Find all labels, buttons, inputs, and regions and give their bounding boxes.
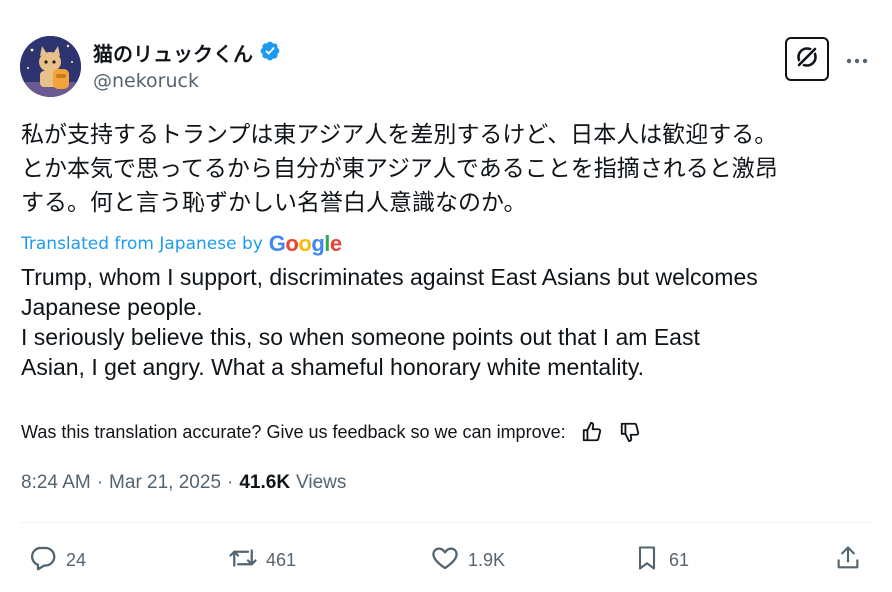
google-logo: Google [268, 231, 342, 256]
thumbs-up-icon[interactable] [580, 420, 604, 444]
author-handle[interactable]: @nekoruck [93, 70, 199, 92]
repost-count: 461 [266, 549, 297, 570]
meta-separator: · [96, 472, 104, 493]
heart-icon [430, 543, 460, 578]
verified-badge-icon [259, 40, 281, 66]
reply-count: 24 [66, 549, 87, 570]
repost-icon [228, 543, 258, 578]
bookmark-button[interactable]: 61 [633, 540, 689, 580]
post-meta: 8:24 AM · Mar 21, 2025 · 41.6K Views [21, 472, 346, 494]
more-options-button[interactable] [842, 46, 872, 70]
reply-button[interactable]: 24 [28, 540, 86, 580]
translated-from-label: Translated from Japanese by [21, 234, 263, 254]
like-count: 1.9K [468, 549, 506, 570]
author-name-row: 猫のリュックくん [93, 38, 281, 67]
repost-button[interactable]: 461 [228, 540, 296, 580]
share-icon [834, 543, 862, 578]
translation-feedback: Was this translation accurate? Give us f… [21, 420, 642, 444]
bookmark-count: 61 [669, 549, 690, 570]
avatar[interactable] [20, 36, 81, 97]
grok-icon [794, 44, 820, 74]
feedback-prompt: Was this translation accurate? Give us f… [21, 421, 566, 442]
more-dots-icon [846, 49, 868, 68]
post-translated-text: Trump, whom I support, discriminates aga… [21, 264, 758, 380]
post-time[interactable]: 8:24 AM [21, 472, 91, 494]
post-date[interactable]: Mar 21, 2025 [109, 472, 221, 494]
bookmark-icon [633, 543, 661, 578]
thumbs-down-icon[interactable] [618, 420, 642, 444]
translation-attribution[interactable]: Translated from Japanese by Google [21, 231, 342, 257]
like-button[interactable]: 1.9K [430, 540, 505, 580]
meta-separator: · [227, 472, 234, 493]
display-name[interactable]: 猫のリュックくん [93, 38, 253, 67]
avatar-image [20, 36, 81, 97]
reply-icon [28, 543, 58, 578]
divider [21, 522, 872, 523]
share-button[interactable] [834, 540, 862, 580]
action-bar: 24 461 1.9K 61 [0, 540, 892, 580]
views-count: 41.6K [239, 472, 291, 493]
views-label: Views [296, 472, 347, 493]
post-original-text: 私が支持するトランプは東アジア人を差別するけど、日本人は歓迎する。 とか本気で思… [21, 122, 778, 216]
grok-button[interactable] [785, 37, 829, 81]
